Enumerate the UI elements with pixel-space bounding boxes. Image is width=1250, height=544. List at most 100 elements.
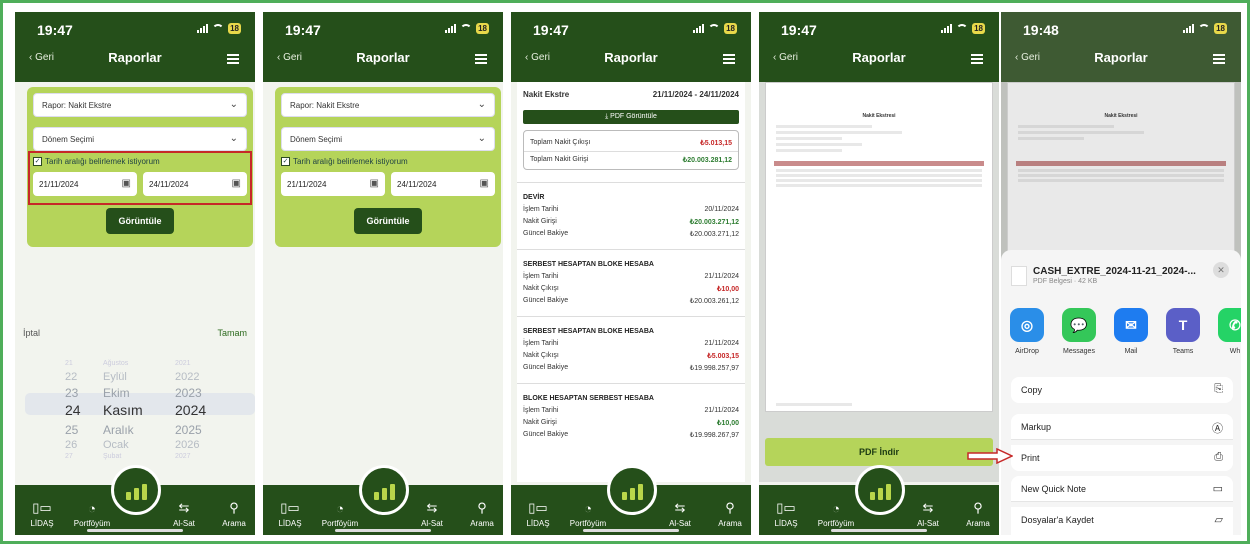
top-bar: 19:47 18 ‹ Geri Raporlar xyxy=(15,12,255,82)
nav-search[interactable]: ⚲ Arama xyxy=(953,500,999,528)
nav-trade[interactable]: ⇆ Al-Sat xyxy=(407,500,457,528)
report-select[interactable]: Rapor: Nakit Ekstre ⌄ xyxy=(33,93,247,117)
nav-portfolio[interactable]: ◔ Portföyüm xyxy=(811,501,861,528)
menu-icon[interactable] xyxy=(227,54,239,64)
share-app-wh[interactable]: ✆ Wh xyxy=(1215,308,1241,355)
date-range-checkbox[interactable]: ✓ Tarih aralığı belirlemek istiyorum xyxy=(281,157,408,166)
portfolio-icon: ◔ xyxy=(336,501,344,516)
nav-label: LİDAŞ xyxy=(526,519,550,528)
nav-label: LİDAŞ xyxy=(30,519,54,528)
picker-row[interactable]: 23 Ekim 2023 xyxy=(15,386,255,402)
center-logo-button[interactable] xyxy=(855,465,905,515)
period-select[interactable]: Dönem Seçimi ⌄ xyxy=(281,127,495,151)
search-icon: ⚲ xyxy=(229,500,239,515)
picker-cancel-button[interactable]: İptal xyxy=(23,328,40,338)
picker-done-button[interactable]: Tamam xyxy=(217,328,247,338)
row-label: Güncel Bakiye xyxy=(523,297,569,304)
share-app-messages[interactable]: 💬 Messages xyxy=(1059,308,1099,355)
period-select[interactable]: Dönem Seçimi ⌄ xyxy=(33,127,247,151)
divider xyxy=(517,182,745,183)
share-app-mail[interactable]: ✉ Mail xyxy=(1111,308,1151,355)
picker-month: Ekim xyxy=(103,386,130,400)
status-time: 19:47 xyxy=(285,22,321,38)
transaction-row: İşlem Tarihi 21/11/2024 xyxy=(523,407,739,414)
nav-label: Portföyüm xyxy=(73,519,111,528)
row-value: 21/11/2024 xyxy=(704,273,739,280)
total-in-row: Toplam Nakit Girişi ₺20.003.281,12 xyxy=(530,156,732,164)
chart-bars-icon: ▯▭ xyxy=(280,500,300,515)
screenshot-frame: 19:47 18 ‹ Geri Raporlar Rapor: Nakit Ek… xyxy=(0,0,1250,544)
nav-label: Arama xyxy=(718,519,742,528)
pdf-page[interactable]: Nakit Ekstresi xyxy=(765,82,993,412)
airdrop-icon: ◎ xyxy=(1010,308,1044,342)
center-logo-button[interactable] xyxy=(607,465,657,515)
view-button[interactable]: Görüntüle xyxy=(106,208,174,234)
nav-trade[interactable]: ⇆ Al-Sat xyxy=(159,500,209,528)
divider xyxy=(524,151,738,152)
nav-trade[interactable]: ⇆ Al-Sat xyxy=(903,500,953,528)
date-from-field[interactable]: 21/11/2024 ▣ xyxy=(281,172,385,196)
pdf-table-row xyxy=(1018,169,1224,172)
action-label: Dosyalar'a Kaydet xyxy=(1021,515,1094,525)
share-app-teams[interactable]: T Teams xyxy=(1163,308,1203,355)
nav-trade[interactable]: ⇆ Al-Sat xyxy=(655,500,705,528)
picker-day: 21 xyxy=(65,360,73,367)
row-value: ₺20.003.271,12 xyxy=(689,219,739,226)
chart-bars-icon: ▯▭ xyxy=(528,500,548,515)
pdf-download-button[interactable]: PDF İndir xyxy=(765,438,993,466)
pdf-table-row xyxy=(776,184,982,187)
action-save-to-files[interactable]: Dosyalar'a Kaydet ▱ xyxy=(1011,507,1233,535)
pdf-text-line xyxy=(1018,125,1114,128)
signal-icon xyxy=(941,24,953,33)
nav-lidas[interactable]: ▯▭ LİDAŞ xyxy=(513,500,563,528)
nav-lidas[interactable]: ▯▭ LİDAŞ xyxy=(17,500,67,528)
signal-icon xyxy=(197,24,209,33)
action-quick-note[interactable]: New Quick Note ▭ xyxy=(1011,476,1233,502)
home-indicator xyxy=(583,529,679,532)
highlight-box xyxy=(28,151,252,205)
calendar-icon: ▣ xyxy=(479,178,489,189)
action-print[interactable]: Print ⎙ xyxy=(1011,445,1233,471)
status-icons: 18 xyxy=(197,23,241,34)
center-logo-button[interactable] xyxy=(111,465,161,515)
nav-label: Arama xyxy=(470,519,494,528)
menu-icon[interactable] xyxy=(723,54,735,64)
action-copy[interactable]: Copy ⎘ xyxy=(1011,377,1233,403)
pdf-text-line xyxy=(1018,137,1084,140)
action-label: New Quick Note xyxy=(1021,484,1087,494)
row-label: Güncel Bakiye xyxy=(523,230,569,237)
nav-portfolio[interactable]: ◔ Portföyüm xyxy=(67,501,117,528)
nav-lidas[interactable]: ▯▭ LİDAŞ xyxy=(265,500,315,528)
pdf-text-line xyxy=(776,143,862,146)
phone-screen-5: 19:48 18 ‹ Geri Raporlar Nakit Ekstresi xyxy=(1001,12,1241,535)
date-picker[interactable]: İptal Tamam 21 Ağustos 2021 22 Eylül 2022 23… xyxy=(15,322,255,482)
menu-icon[interactable] xyxy=(475,54,487,64)
pdf-table-row xyxy=(776,179,982,182)
menu-icon[interactable] xyxy=(1213,54,1225,64)
picker-row[interactable]: 22 Eylül 2022 xyxy=(15,371,255,387)
close-icon[interactable]: ✕ xyxy=(1213,262,1229,278)
pdf-table-row xyxy=(1018,174,1224,177)
date-to-field[interactable]: 24/11/2024 ▣ xyxy=(391,172,495,196)
center-logo-button[interactable] xyxy=(359,465,409,515)
picker-header: İptal Tamam xyxy=(15,322,255,342)
view-button[interactable]: Görüntüle xyxy=(354,208,422,234)
picker-row-selected[interactable]: 24 Kasım 2024 xyxy=(15,402,255,418)
nav-lidas[interactable]: ▯▭ LİDAŞ xyxy=(761,500,811,528)
total-out-row: Toplam Nakit Çıkışı ₺5.013,15 xyxy=(530,139,732,147)
date-to-value: 24/11/2024 xyxy=(397,180,437,189)
nav-portfolio[interactable]: ◔ Portföyüm xyxy=(563,501,613,528)
report-select[interactable]: Rapor: Nakit Ekstre ⌄ xyxy=(281,93,495,117)
menu-icon[interactable] xyxy=(971,54,983,64)
pdf-text-line xyxy=(776,149,842,152)
nav-search[interactable]: ⚲ Arama xyxy=(705,500,751,528)
nav-search[interactable]: ⚲ Arama xyxy=(457,500,503,528)
search-icon: ⚲ xyxy=(725,500,735,515)
action-markup[interactable]: Markup Ⓐ xyxy=(1011,414,1233,440)
picker-row[interactable]: 25 Aralık 2025 xyxy=(15,423,255,439)
nav-portfolio[interactable]: ◔ Portföyüm xyxy=(315,501,365,528)
nav-search[interactable]: ⚲ Arama xyxy=(209,500,255,528)
pdf-view-button[interactable]: ⤓ PDF Görüntüle xyxy=(523,110,739,124)
share-app-airdrop[interactable]: ◎ AirDrop xyxy=(1007,308,1047,355)
status-icons: 18 xyxy=(941,23,985,34)
